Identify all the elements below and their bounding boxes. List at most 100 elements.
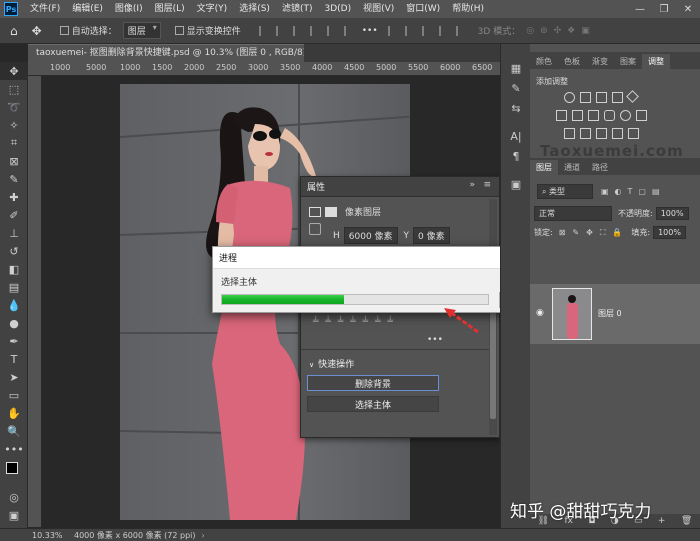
align-left-icon[interactable] <box>258 25 269 36</box>
pen-tool-icon[interactable]: ✒ <box>0 332 28 350</box>
align-top-icon[interactable] <box>309 25 320 36</box>
layer-filter-dropdown[interactable]: ⌕ 类型 <box>537 184 593 199</box>
collapse-panel-icon[interactable]: » <box>469 180 475 190</box>
distribute-top-icon[interactable] <box>438 25 449 36</box>
show-transform-checkbox[interactable] <box>174 26 184 35</box>
lasso-tool-icon[interactable]: ➰ <box>0 98 28 116</box>
tab-channels[interactable]: 通道 <box>558 160 586 175</box>
align-icons-row[interactable]: ╧╧╧╧╧╧╧ <box>313 317 400 327</box>
tab-gradients[interactable]: 渐变 <box>586 54 614 69</box>
quick-mask-icon[interactable]: ◎ <box>0 488 28 506</box>
visibility-eye-icon[interactable]: ◉ <box>536 308 544 318</box>
eraser-tool-icon[interactable]: ◧ <box>0 260 28 278</box>
tab-color[interactable]: 颜色 <box>530 54 558 69</box>
status-menu-icon[interactable]: › <box>202 531 205 540</box>
brush-settings-icon[interactable]: ✎ <box>501 78 531 98</box>
foreground-color-swatch[interactable] <box>6 462 18 474</box>
photo-filter-icon[interactable] <box>604 110 615 121</box>
more-tools-icon[interactable]: ••• <box>0 440 28 458</box>
crop-tool-icon[interactable]: ⌗ <box>0 134 28 152</box>
3d-rotate-icon[interactable]: ◎ <box>526 26 534 36</box>
move-tool-icon[interactable]: ✥ <box>32 24 42 38</box>
menu-3d[interactable]: 3D(D) <box>318 0 357 18</box>
align-center-icon[interactable] <box>275 25 286 36</box>
eyedropper-tool-icon[interactable]: ✎ <box>0 170 28 188</box>
invert-icon[interactable] <box>564 128 575 139</box>
rectangle-tool-icon[interactable]: ▭ <box>0 386 28 404</box>
align-right-icon[interactable] <box>292 25 303 36</box>
menu-window[interactable]: 窗口(W) <box>400 0 446 18</box>
posterize-icon[interactable] <box>580 128 591 139</box>
move-tool-icon[interactable]: ✥ <box>0 62 28 80</box>
fill-input[interactable]: 100% <box>653 226 686 239</box>
tab-layers[interactable]: 图层 <box>530 160 558 175</box>
character-panel-icon[interactable]: A| <box>501 126 531 146</box>
menu-help[interactable]: 帮助(H) <box>446 0 490 18</box>
home-icon[interactable]: ⌂ <box>10 24 18 38</box>
minimize-button[interactable]: — <box>628 0 652 18</box>
menu-image[interactable]: 图像(I) <box>109 0 149 18</box>
menu-select[interactable]: 选择(S) <box>233 0 276 18</box>
zoom-tool-icon[interactable]: 🔍 <box>0 422 28 440</box>
3d-slide-icon[interactable]: ❖ <box>567 26 575 36</box>
history-panel-icon[interactable]: ▦ <box>501 58 531 78</box>
select-subject-button[interactable]: 选择主体 <box>307 396 439 412</box>
tab-swatches[interactable]: 色板 <box>558 54 586 69</box>
menu-type[interactable]: 文字(Y) <box>191 0 234 18</box>
blend-mode-dropdown[interactable]: 正常 <box>534 206 612 221</box>
distribute-center-icon[interactable] <box>404 25 415 36</box>
paragraph-panel-icon[interactable]: ¶ <box>501 146 531 166</box>
menu-view[interactable]: 视图(V) <box>357 0 400 18</box>
adjust-icon[interactable]: ⇆ <box>501 98 531 118</box>
color-balance-icon[interactable] <box>572 110 583 121</box>
lock-icons[interactable]: ⊠✎✥⛶🔒 <box>559 228 630 238</box>
auto-select-dropdown[interactable]: 图层 <box>122 22 161 39</box>
auto-select-option[interactable]: 自动选择： <box>59 24 117 37</box>
3d-scale-icon[interactable]: ▣ <box>581 26 590 36</box>
align-bottom-icon[interactable] <box>343 25 354 36</box>
dodge-tool-icon[interactable]: ● <box>0 314 28 332</box>
close-window-button[interactable]: ✕ <box>676 0 700 18</box>
hue-saturation-icon[interactable] <box>556 110 567 121</box>
panel-scrollbar[interactable] <box>489 199 497 435</box>
frame-tool-icon[interactable]: ⊠ <box>0 152 28 170</box>
zoom-level[interactable]: 10.33% <box>0 531 70 540</box>
path-selection-tool-icon[interactable]: ➤ <box>0 368 28 386</box>
3d-roll-icon[interactable]: ⊚ <box>540 26 548 36</box>
more-options-icon[interactable]: ••• <box>362 26 378 36</box>
color-lookup-icon[interactable] <box>636 110 647 121</box>
tab-patterns[interactable]: 图案 <box>614 54 642 69</box>
stamp-tool-icon[interactable]: ⊥ <box>0 224 28 242</box>
levels-icon[interactable] <box>580 92 591 103</box>
screen-mode-icon[interactable]: ▣ <box>0 506 28 524</box>
mask-icon[interactable] <box>325 206 337 217</box>
healing-brush-tool-icon[interactable]: ✚ <box>0 188 28 206</box>
magic-wand-tool-icon[interactable]: ✧ <box>0 116 28 134</box>
link-icon[interactable] <box>309 223 321 235</box>
history-brush-tool-icon[interactable]: ↺ <box>0 242 28 260</box>
align-middle-icon[interactable] <box>326 25 337 36</box>
brush-tool-icon[interactable]: ✐ <box>0 206 28 224</box>
auto-select-checkbox[interactable] <box>59 26 69 35</box>
gradient-map-icon[interactable] <box>628 128 639 139</box>
show-transform-option[interactable]: 显示变换控件 <box>174 24 241 37</box>
menu-file[interactable]: 文件(F) <box>24 0 66 18</box>
tab-paths[interactable]: 路径 <box>586 160 614 175</box>
h-input[interactable]: 6000 像素 <box>343 227 398 244</box>
black-white-icon[interactable] <box>588 110 599 121</box>
distribute-bottom-icon[interactable] <box>455 25 466 36</box>
opacity-input[interactable]: 100% <box>655 207 689 220</box>
layer-row[interactable]: ◉ 图层 0 <box>530 284 700 344</box>
distribute-left-icon[interactable] <box>387 25 398 36</box>
blur-tool-icon[interactable]: 💧 <box>0 296 28 314</box>
chevron-down-icon[interactable]: ∨ <box>309 361 314 369</box>
remove-background-button[interactable]: 删除背景 <box>307 375 439 391</box>
3d-pan-icon[interactable]: ✣ <box>554 26 562 36</box>
document-tab[interactable]: taoxuemei- 抠图删除背景快捷键.psd @ 10.3% (图层 0 ,… <box>28 44 334 62</box>
tab-adjustments[interactable]: 调整 <box>642 54 670 69</box>
brightness-icon[interactable] <box>564 92 575 103</box>
hand-tool-icon[interactable]: ✋ <box>0 404 28 422</box>
restore-button[interactable]: ❐ <box>652 0 676 18</box>
trash-icon[interactable]: 🗑 <box>681 516 692 526</box>
channel-mixer-icon[interactable] <box>620 110 631 121</box>
